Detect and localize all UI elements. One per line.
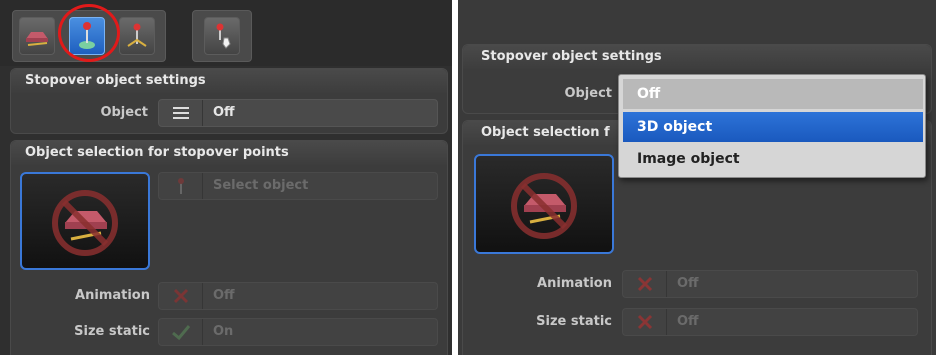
no-object-icon (511, 173, 577, 239)
dropdown-option-off[interactable]: Off (623, 79, 923, 109)
pin-flag-tool-icon (127, 23, 147, 47)
object-label: Object (564, 86, 612, 101)
left-panel: Stopover object settings Object Off Obje… (0, 0, 452, 355)
no-object-icon (52, 190, 118, 256)
x-icon (159, 283, 203, 309)
dropdown-option-image-object[interactable]: Image object (623, 144, 923, 174)
highlight-circle (58, 4, 120, 62)
toolbar (0, 0, 452, 66)
list-icon (159, 100, 203, 126)
size-static-toggle[interactable]: On (158, 318, 438, 346)
car-tool-button[interactable] (19, 17, 55, 55)
section-title: Object selection for stopover points (11, 141, 447, 165)
animation-toggle[interactable]: Off (622, 270, 918, 298)
object-preview[interactable] (20, 172, 150, 270)
select-object-label: Select object (213, 178, 309, 193)
check-icon (159, 319, 203, 345)
pin-hand-tool-icon (216, 23, 231, 49)
animation-value: Off (213, 288, 235, 303)
animation-label: Animation (537, 276, 612, 291)
section-title: Stopover object settings (11, 69, 447, 93)
section-title: Stopover object settings (463, 45, 931, 69)
size-static-toggle[interactable]: Off (622, 308, 918, 336)
car-tool-icon (26, 32, 48, 46)
object-dropdown-menu: Off 3D object Image object (618, 74, 926, 178)
object-value: Off (213, 105, 235, 120)
size-static-value: Off (677, 314, 699, 329)
size-static-value: On (213, 324, 234, 339)
dropdown-option-3d-object[interactable]: 3D object (623, 112, 923, 142)
animation-value: Off (677, 276, 699, 291)
size-static-label: Size static (74, 324, 150, 339)
object-select[interactable]: Off (158, 99, 438, 127)
size-static-label: Size static (536, 314, 612, 329)
x-icon (623, 309, 667, 335)
object-preview[interactable] (474, 154, 614, 254)
animation-toggle[interactable]: Off (158, 282, 438, 310)
object-label: Object (100, 105, 148, 120)
select-object-button[interactable]: Select object (158, 172, 438, 200)
animation-label: Animation (75, 288, 150, 303)
tool-group-secondary (192, 10, 252, 62)
x-icon (623, 271, 667, 297)
pin-flag-tool-button[interactable] (119, 17, 155, 55)
pin-icon (159, 173, 203, 199)
pin-hand-tool-button[interactable] (204, 17, 240, 55)
